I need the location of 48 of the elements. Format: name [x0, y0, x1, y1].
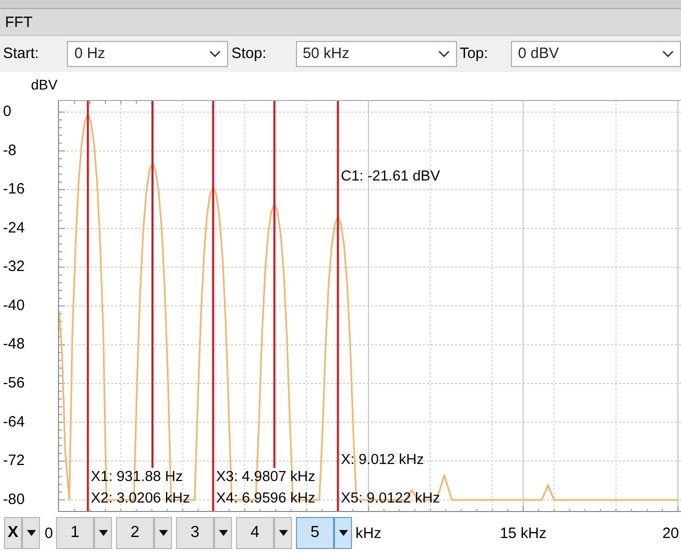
dropdown-toggle[interactable]	[94, 517, 112, 549]
dropdown[interactable]: 50 kHz	[296, 41, 457, 67]
dropdown-toggle[interactable]	[214, 517, 232, 549]
axis-label: 20	[662, 524, 679, 542]
axis-label: kHz	[356, 524, 382, 542]
axis-label: 15 kHz	[500, 524, 547, 542]
cursor-readout: C1: -21.61 dBV	[340, 168, 440, 184]
axis-label: -48	[3, 336, 25, 353]
panel-title: FFT	[0, 9, 681, 36]
caret-icon	[278, 530, 288, 536]
marker-line[interactable]	[151, 101, 154, 468]
axis-label: -56	[3, 374, 25, 392]
axis-label: -24	[3, 219, 25, 236]
marker-line[interactable]	[86, 101, 89, 511]
axis-label: -80	[3, 490, 25, 508]
axis-label: -16	[3, 180, 25, 198]
marker-button[interactable]: 3	[176, 517, 214, 549]
marker-line[interactable]	[212, 101, 214, 511]
dropdown-toggle[interactable]	[334, 517, 352, 549]
axis-label: -8	[3, 142, 16, 159]
dropdown-toggle[interactable]	[154, 517, 172, 549]
axis-title: dBV	[31, 76, 58, 93]
axis-label: 0	[3, 103, 12, 120]
axis-label: -40	[3, 296, 25, 314]
axis-label: -64	[3, 413, 25, 430]
marker-button[interactable]: 4	[236, 517, 274, 549]
caret-icon	[218, 530, 228, 536]
caret-icon	[98, 530, 108, 536]
marker-button[interactable]: 5	[296, 517, 334, 549]
marker-line[interactable]	[273, 101, 276, 468]
axis-label: 0	[44, 524, 53, 542]
dropdown[interactable]: 0 Hz	[67, 41, 228, 67]
field-label: Top:	[458, 44, 490, 64]
axis-label: -72	[3, 452, 25, 470]
caret-icon	[26, 530, 36, 536]
axis-label: -32	[3, 258, 25, 276]
field-label: Stop:	[230, 44, 268, 64]
dropdown-toggle[interactable]	[22, 517, 40, 549]
marker-button[interactable]: 1	[56, 517, 94, 549]
marker-button[interactable]: 2	[116, 517, 154, 549]
axis-button[interactable]: X	[4, 517, 22, 549]
dropdown-toggle[interactable]	[274, 517, 292, 549]
dropdown[interactable]: 0 dBV	[511, 41, 681, 67]
field-label: Start:	[2, 44, 40, 64]
cursor-readout: X: 9.012 kHz	[340, 452, 424, 468]
marker-line[interactable]	[336, 101, 339, 511]
caret-icon	[158, 530, 168, 536]
caret-icon	[338, 530, 348, 536]
